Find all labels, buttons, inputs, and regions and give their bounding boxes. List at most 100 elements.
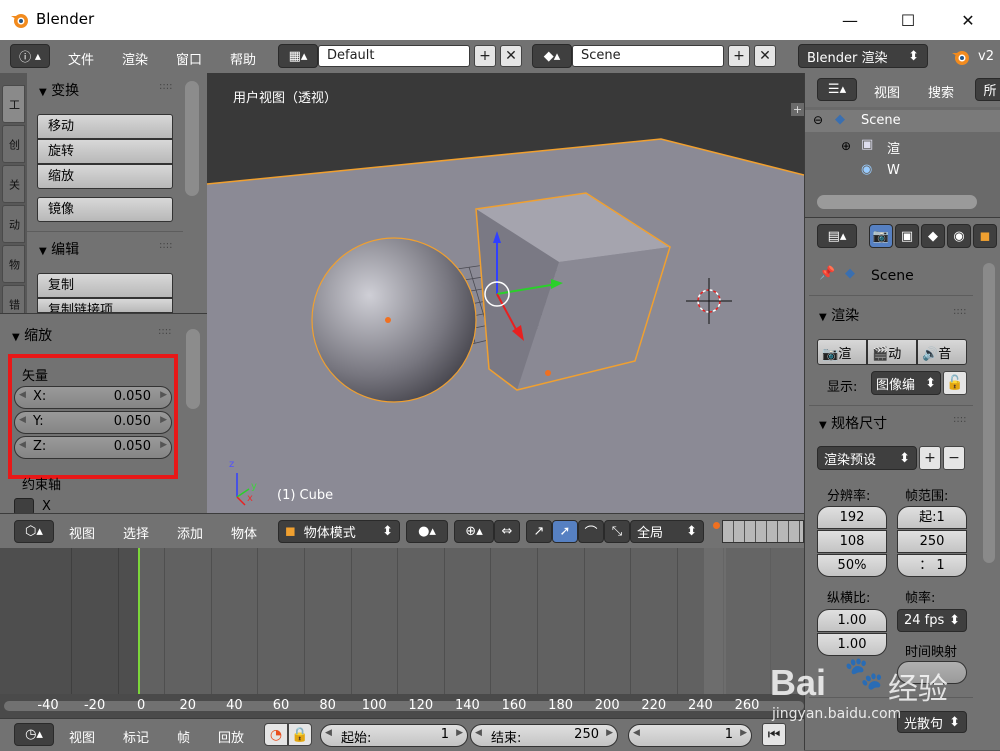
uv-sphere[interactable]	[311, 237, 477, 403]
aspect-x-field[interactable]: 1.00	[817, 609, 887, 632]
3d-viewport[interactable]: 用户视图（透视） z y x (1) Cube +	[207, 73, 804, 513]
manipulator-toggle[interactable]: ⇔	[494, 520, 520, 543]
render-panel-header[interactable]: ▼ 渲染	[819, 305, 859, 325]
world-tab-icon[interactable]: ◉	[947, 224, 971, 248]
frame-ruler[interactable]: -40 -20 0 20 40 60 80 100 120 140 160 180 200 220 240 2…	[0, 694, 804, 718]
close-button[interactable]: ✕	[945, 0, 991, 40]
add-preset-button[interactable]: +	[919, 446, 941, 470]
duplicate-button[interactable]: 复制	[37, 273, 173, 298]
ruler-scrollbar[interactable]	[4, 701, 804, 711]
lock-range-button[interactable]: 🔒	[288, 723, 312, 746]
frame-step-field[interactable]: ： 1	[897, 554, 967, 577]
jump-start-button[interactable]: ⏮	[762, 723, 786, 746]
view-menu-view[interactable]: 视图	[69, 523, 95, 542]
timeline-editor-type-button[interactable]: ◷ ▴	[14, 723, 54, 746]
outliner-menu-view[interactable]: 视图	[874, 82, 900, 101]
object-tab-icon[interactable]: ◼	[973, 224, 997, 248]
scale-manipulator-button[interactable]: ⤡	[604, 520, 630, 543]
shelf-scrollbar[interactable]	[185, 81, 199, 196]
drag-grip-icon[interactable]: ::::	[159, 81, 172, 92]
dimensions-panel-header[interactable]: ▼ 规格尺寸	[819, 413, 887, 433]
menu-render[interactable]: 渲染	[122, 49, 148, 68]
redo-scrollbar[interactable]	[186, 329, 200, 409]
start-frame-field[interactable]: ◀ 起始: 1 ▶	[320, 724, 468, 747]
drag-grip-icon[interactable]: ::::	[953, 414, 966, 425]
properties-scrollbar[interactable]	[983, 263, 995, 563]
end-frame-field[interactable]: ◀ 结束: 250 ▶	[470, 724, 618, 747]
tab-animation[interactable]: 动	[2, 205, 25, 243]
orientation-dropdown[interactable]: 全局 ⬍	[630, 520, 704, 543]
transform-panel-header[interactable]: ▼ 变换	[39, 80, 79, 100]
render-image-button[interactable]: 📷渲	[817, 339, 867, 365]
collapse-icon[interactable]: ⊖	[813, 113, 823, 127]
time-remap-field[interactable]	[897, 661, 967, 684]
render-tab-camera-icon[interactable]: 📷	[869, 224, 893, 248]
render-animation-button[interactable]: 🎬动	[867, 339, 917, 365]
outliner-tree[interactable]: ⊖ ◆ Scene ⊕ ▣ 渲 ◉ W	[804, 107, 1000, 217]
resolution-x-field[interactable]: 192	[817, 506, 887, 529]
tab-physics[interactable]: 物	[2, 245, 25, 283]
layout-name-field[interactable]: Default	[318, 45, 470, 67]
timeline-menu-playback[interactable]: 回放	[218, 727, 244, 746]
tab-tools[interactable]: 工	[2, 85, 25, 123]
drag-grip-icon[interactable]: ::::	[158, 326, 171, 337]
vector-z-field[interactable]: ◀ Z: 0.050 ▶	[14, 436, 172, 459]
outliner-filter-dropdown[interactable]: 所	[975, 78, 1000, 101]
lock-interface-button[interactable]: 🔓	[943, 371, 967, 395]
render-engine-dropdown[interactable]: Blender 渲染 ⬍	[798, 44, 928, 68]
scene-selector-button[interactable]: ◆ ▴	[532, 44, 572, 68]
aspect-y-field[interactable]: 1.00	[817, 633, 887, 656]
rotate-manipulator-button[interactable]: ➚	[552, 520, 578, 543]
preview-range-button[interactable]: ◔	[264, 723, 288, 746]
tab-create[interactable]: 创	[2, 125, 25, 163]
menu-help[interactable]: 帮助	[230, 49, 256, 68]
timeline-menu-view[interactable]: 视图	[69, 727, 95, 746]
frame-end-field[interactable]: 250	[897, 530, 967, 553]
duplicate-linked-button[interactable]: 复制链接项	[37, 298, 173, 313]
resolution-y-field[interactable]: 108	[817, 530, 887, 553]
timeline-area[interactable]	[0, 548, 804, 718]
display-dropdown[interactable]: 图像编 ⬍	[871, 371, 941, 395]
properties-editor-type-button[interactable]: ▤ ▴	[817, 224, 857, 248]
edit-panel-header[interactable]: ▼ 编辑	[39, 239, 79, 259]
timeline-menu-marker[interactable]: 标记	[123, 727, 149, 746]
menu-file[interactable]: 文件	[68, 49, 94, 68]
view-menu-select[interactable]: 选择	[123, 523, 149, 542]
delete-scene-button[interactable]: ✕	[754, 45, 776, 67]
current-frame-line[interactable]	[138, 548, 140, 694]
translate-manipulator-button[interactable]: ↗	[526, 520, 552, 543]
menu-window[interactable]: 窗口	[176, 49, 202, 68]
plus-icon[interactable]: +	[791, 103, 804, 116]
editor-type-button[interactable]: ⓘ ▴	[10, 44, 50, 68]
maximize-button[interactable]: ☐	[885, 0, 931, 40]
fps-dropdown[interactable]: 24 fps ⬍	[897, 609, 967, 632]
scale-operator-header[interactable]: ▼ 缩放	[12, 325, 52, 345]
scene-tab-icon[interactable]: ◆	[921, 224, 945, 248]
resolution-percentage-field[interactable]: 50%	[817, 554, 887, 577]
drag-grip-icon[interactable]: ::::	[953, 306, 966, 317]
rotate-button[interactable]: 旋转	[37, 139, 173, 164]
outliner-scrollbar[interactable]	[817, 195, 977, 209]
pin-icon[interactable]: 📌	[819, 266, 835, 281]
tab-relations[interactable]: 关	[2, 165, 25, 203]
vector-x-field[interactable]: ◀ X: 0.050 ▶	[14, 386, 172, 409]
minimize-button[interactable]: —	[827, 0, 873, 40]
scene-name-field[interactable]: Scene	[572, 45, 724, 67]
view-menu-object[interactable]: 物体	[231, 523, 257, 542]
current-frame-field[interactable]: ◀ 1 ▶	[628, 724, 752, 747]
layout-selector-button[interactable]: ▦ ▴	[278, 44, 318, 68]
outliner-editor-type-button[interactable]: ☰ ▴	[817, 78, 857, 101]
expand-icon[interactable]: ⊕	[841, 139, 851, 153]
render-audio-button[interactable]: 🔊音	[917, 339, 967, 365]
render-layers-tab-icon[interactable]: ▣	[895, 224, 919, 248]
outliner-menu-search[interactable]: 搜索	[928, 82, 954, 101]
mode-dropdown[interactable]: ◼ 物体模式 ⬍	[278, 520, 400, 543]
mirror-button[interactable]: 镜像	[37, 197, 173, 222]
view-menu-add[interactable]: 添加	[177, 523, 203, 542]
add-layout-button[interactable]: +	[474, 45, 496, 67]
remove-preset-button[interactable]: −	[943, 446, 965, 470]
view-editor-type-button[interactable]: ⬡ ▴	[14, 520, 54, 543]
move-button[interactable]: 移动	[37, 114, 173, 139]
add-scene-button[interactable]: +	[728, 45, 750, 67]
aa-preset-dropdown[interactable]: 光散句 ⬍	[897, 711, 967, 733]
